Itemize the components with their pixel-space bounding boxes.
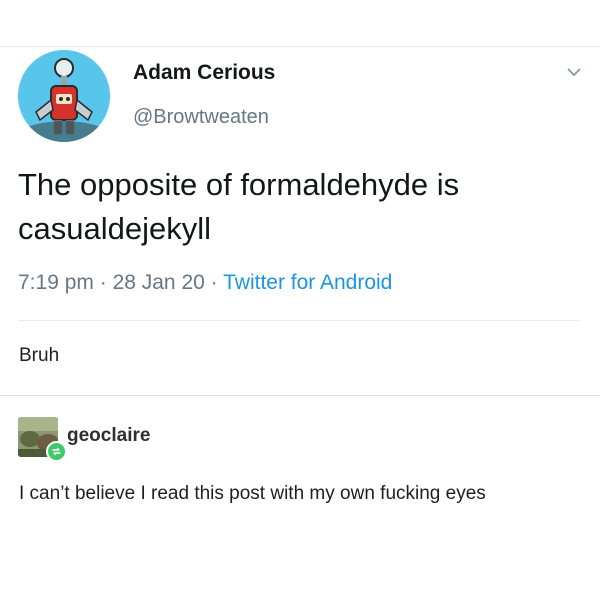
- reblog-divider: [0, 395, 600, 396]
- reblogger-username[interactable]: geoclaire: [67, 425, 150, 447]
- tweet-time[interactable]: 7:19 pm: [18, 271, 94, 294]
- reblog-icon: [46, 441, 67, 462]
- meta-separator: ·: [93, 271, 113, 294]
- tweet-bottom-divider: [18, 320, 580, 321]
- chevron-down-icon[interactable]: [566, 66, 582, 78]
- tweet-date[interactable]: 28 Jan 20: [113, 271, 205, 294]
- meta-separator: ·: [204, 271, 224, 294]
- robot-avatar-icon: [18, 50, 110, 142]
- user-handle[interactable]: @Browtweaten: [133, 106, 269, 129]
- profile-avatar[interactable]: [18, 50, 110, 142]
- tweet-text: The opposite of formaldehyde is casualde…: [18, 167, 460, 246]
- reblog-comment: I can’t believe I read this post with my…: [19, 483, 486, 504]
- display-name[interactable]: Adam Cerious: [133, 61, 275, 85]
- reply-text: Bruh: [19, 345, 60, 366]
- top-divider: [0, 46, 600, 47]
- tweet-source-link[interactable]: Twitter for Android: [223, 271, 392, 294]
- tweet-metadata: 7:19 pm · 28 Jan 20 · Twitter for Androi…: [18, 271, 392, 295]
